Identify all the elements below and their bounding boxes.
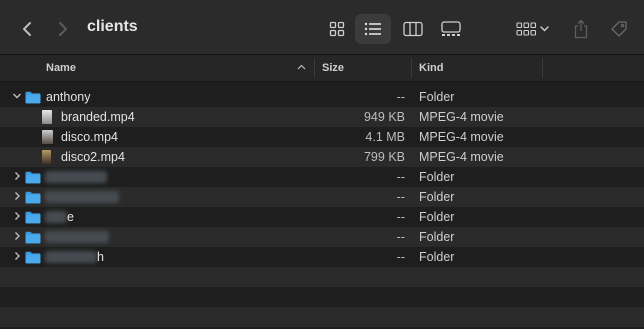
disclosure-closed-icon[interactable] xyxy=(12,230,22,242)
icon-view-button[interactable] xyxy=(319,14,355,44)
column-header: Name Size Kind xyxy=(0,55,644,82)
item-size: -- xyxy=(396,210,405,224)
list-item[interactable]: -- Folder xyxy=(0,227,644,247)
kind-column-header[interactable]: Kind xyxy=(419,62,443,74)
gallery-view-button[interactable] xyxy=(433,14,469,44)
item-size: 799 KB xyxy=(363,150,405,164)
redacted-name xyxy=(45,211,67,223)
item-kind: Folder xyxy=(419,250,455,264)
list-item[interactable]: anthony -- Folder xyxy=(0,87,644,107)
disclosure-closed-icon[interactable] xyxy=(12,250,22,262)
column-view-button[interactable] xyxy=(395,14,431,44)
share-button[interactable] xyxy=(563,14,599,44)
forward-chevron-icon xyxy=(59,22,67,36)
list-item[interactable]: e -- Folder xyxy=(0,207,644,227)
disclosure-closed-icon[interactable] xyxy=(12,210,22,222)
toolbar: clients xyxy=(0,6,644,55)
column-divider[interactable] xyxy=(314,58,315,78)
disclosure-closed-icon[interactable] xyxy=(12,190,22,202)
item-size: -- xyxy=(396,190,405,204)
item-kind: Folder xyxy=(419,90,455,104)
item-name: disco2.mp4 xyxy=(61,150,125,164)
column-divider[interactable] xyxy=(411,58,412,78)
item-size: 4.1 MB xyxy=(365,130,405,144)
column-divider[interactable] xyxy=(542,58,543,78)
tag-button[interactable] xyxy=(601,14,637,44)
icon-view-icon xyxy=(329,21,345,37)
list-view-button[interactable] xyxy=(355,14,391,44)
share-icon xyxy=(574,19,588,39)
item-name: anthony xyxy=(46,90,91,104)
item-kind: Folder xyxy=(419,230,455,244)
video-thumbnail-icon xyxy=(42,130,53,144)
list-item[interactable]: h -- Folder xyxy=(0,247,644,267)
redacted-name xyxy=(45,191,119,203)
sort-ascending-icon[interactable] xyxy=(297,64,306,70)
list-item[interactable]: -- Folder xyxy=(0,167,644,187)
forward-button[interactable] xyxy=(50,16,76,42)
item-size: -- xyxy=(396,90,405,104)
item-size: 949 KB xyxy=(363,110,405,124)
column-view-icon xyxy=(403,21,423,37)
list-view-icon xyxy=(364,22,381,36)
folder-icon xyxy=(25,231,41,244)
group-icon xyxy=(516,22,549,36)
item-size: -- xyxy=(396,250,405,264)
folder-icon xyxy=(25,251,41,264)
tag-icon xyxy=(611,21,627,37)
item-kind: MPEG-4 movie xyxy=(419,150,504,164)
redacted-name xyxy=(45,231,109,243)
item-name: h xyxy=(97,250,104,264)
disclosure-open-icon[interactable] xyxy=(12,90,22,102)
empty-row xyxy=(0,287,644,307)
item-kind: Folder xyxy=(419,210,455,224)
redacted-name xyxy=(45,171,107,183)
item-kind: MPEG-4 movie xyxy=(419,130,504,144)
window-title: clients xyxy=(87,18,138,35)
list-item[interactable]: disco2.mp4 799 KB MPEG-4 movie xyxy=(0,147,644,167)
item-size: -- xyxy=(396,170,405,184)
size-column-header[interactable]: Size xyxy=(322,62,344,74)
list-item[interactable]: disco.mp4 4.1 MB MPEG-4 movie xyxy=(0,127,644,147)
empty-row xyxy=(0,307,644,327)
item-size: -- xyxy=(396,230,405,244)
file-list: anthony -- Folder branded.mp4 949 KB MPE… xyxy=(0,87,644,327)
video-thumbnail-icon xyxy=(42,150,51,164)
group-by-button[interactable] xyxy=(511,14,555,44)
name-column-header[interactable]: Name xyxy=(46,62,76,74)
gallery-view-icon xyxy=(441,21,461,36)
item-kind: Folder xyxy=(419,190,455,204)
item-name: branded.mp4 xyxy=(61,110,135,124)
redacted-name xyxy=(45,251,97,263)
disclosure-closed-icon[interactable] xyxy=(12,170,22,182)
folder-icon xyxy=(25,191,41,204)
list-item[interactable]: -- Folder xyxy=(0,187,644,207)
folder-icon xyxy=(25,91,41,104)
empty-row xyxy=(0,267,644,287)
back-button[interactable] xyxy=(14,16,40,42)
item-kind: Folder xyxy=(419,170,455,184)
item-name: e xyxy=(67,210,74,224)
video-thumbnail-icon xyxy=(42,110,52,124)
list-item[interactable]: branded.mp4 949 KB MPEG-4 movie xyxy=(0,107,644,127)
item-kind: MPEG-4 movie xyxy=(419,110,504,124)
back-chevron-icon xyxy=(23,22,31,36)
folder-icon xyxy=(25,171,41,184)
folder-icon xyxy=(25,211,41,224)
item-name: disco.mp4 xyxy=(61,130,118,144)
